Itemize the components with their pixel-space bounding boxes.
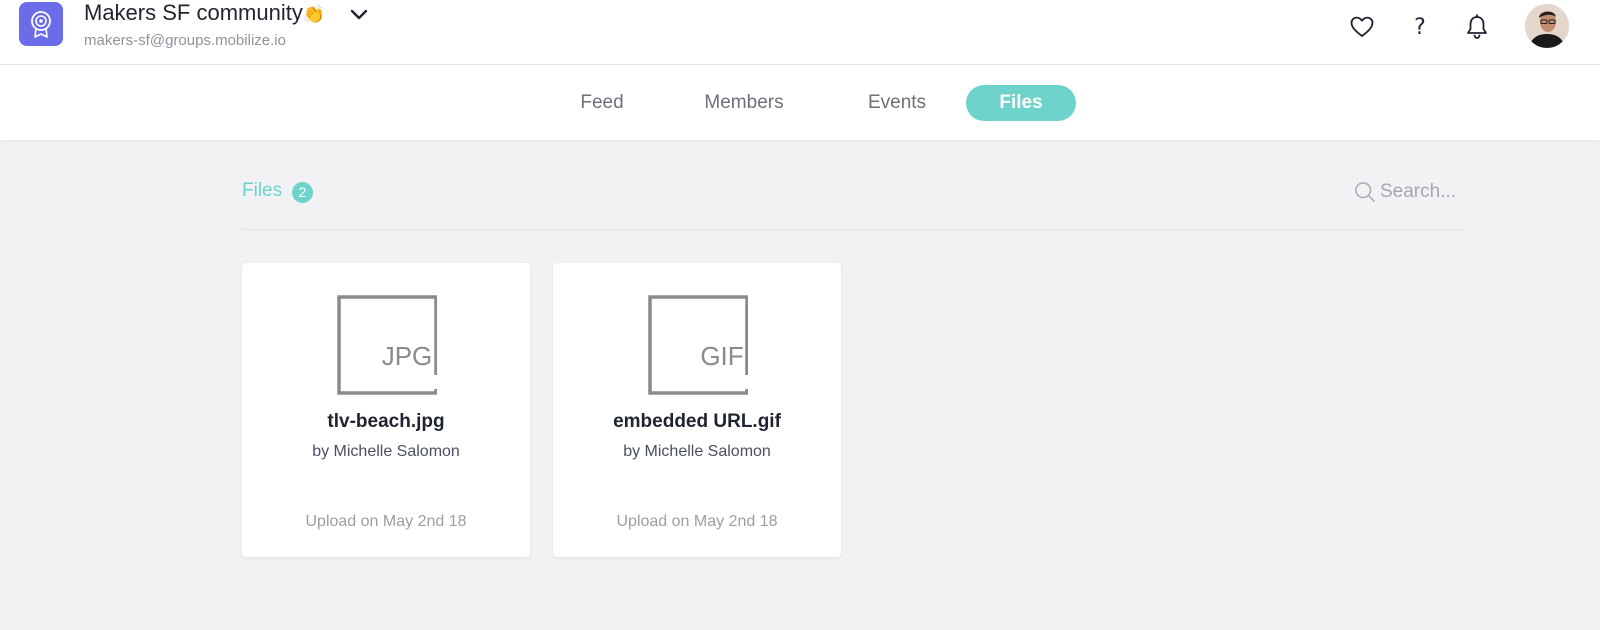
chevron-down-icon: [350, 9, 368, 20]
file-upload-date: Upload on May 2nd 18: [616, 513, 778, 530]
search-icon: [1355, 182, 1375, 202]
notifications-button[interactable]: [1464, 14, 1490, 40]
section-divider: [242, 229, 1464, 230]
search-input[interactable]: [1380, 181, 1464, 203]
bell-icon: [1467, 14, 1487, 39]
files-section-title: Files: [242, 180, 283, 201]
help-button[interactable]: ?: [1407, 14, 1433, 40]
tab-files[interactable]: Files: [966, 85, 1076, 121]
files-search: [1354, 178, 1464, 206]
group-nav: Feed Members Events Files: [0, 65, 1600, 140]
files-count-badge: 2: [292, 182, 313, 203]
file-upload-date: Upload on May 2nd 18: [305, 513, 467, 530]
favorites-button[interactable]: [1349, 14, 1375, 40]
file-author: by Michelle Salomon: [312, 443, 460, 460]
group-title-text: Makers SF community: [84, 0, 303, 25]
group-title[interactable]: Makers SF community👏: [84, 0, 325, 26]
file-type-label: JPG: [382, 341, 433, 371]
clapping-emoji: 👏: [302, 4, 326, 25]
file-name[interactable]: embedded URL.gif: [553, 411, 841, 433]
file-card[interactable]: JPG tlv-beach.jpg by Michelle Salomon Up…: [242, 263, 530, 557]
gif-file-icon: GIF: [648, 295, 748, 395]
top-bar: Makers SF community👏 makers-sf@groups.mo…: [0, 0, 1600, 65]
tab-events[interactable]: Events: [860, 85, 934, 121]
group-email: makers-sf@groups.mobilize.io: [84, 32, 286, 49]
help-icon: ?: [1414, 14, 1426, 40]
file-card[interactable]: GIF embedded URL.gif by Michelle Salomon…: [553, 263, 841, 557]
user-avatar[interactable]: [1525, 4, 1569, 48]
group-logo[interactable]: [19, 2, 63, 46]
avatar-image: [1525, 4, 1569, 48]
file-type-label: GIF: [700, 341, 743, 371]
jpg-file-icon: JPG: [337, 295, 437, 395]
tab-feed[interactable]: Feed: [576, 85, 628, 121]
file-author: by Michelle Salomon: [623, 443, 771, 460]
badge-icon: [31, 11, 51, 38]
tab-members[interactable]: Members: [698, 85, 790, 121]
file-name[interactable]: tlv-beach.jpg: [242, 411, 530, 433]
group-switcher-button[interactable]: [348, 4, 370, 26]
heart-icon: [1350, 16, 1374, 37]
